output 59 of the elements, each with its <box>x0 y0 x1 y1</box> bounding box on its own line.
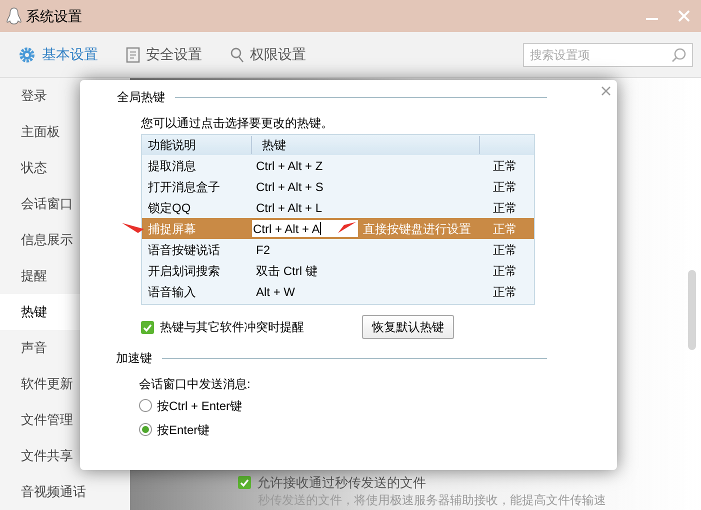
table-row[interactable]: 打开消息盒子 Ctrl + Alt + S 正常 <box>142 176 534 197</box>
table-cell-text: 正常 <box>492 284 517 300</box>
table-cell-text: Ctrl + Alt + L <box>255 200 324 216</box>
radio-button[interactable] <box>139 423 152 436</box>
table-cell-text: 正常 <box>492 220 517 238</box>
table-cell-text: 语音按键说话 <box>147 242 221 258</box>
table-cell-text: 语音输入 <box>147 284 197 300</box>
radio-button[interactable] <box>139 399 152 412</box>
checkbox-label: 允许接收通过秒传发送的文件 <box>257 474 426 492</box>
search-field[interactable]: 搜索设置项 <box>523 42 693 66</box>
table-cell-text: 开启划词搜索 <box>147 262 221 280</box>
table-cell-text: 正常 <box>492 200 517 216</box>
reset-button[interactable]: 恢复默认热键 <box>362 315 454 339</box>
table-cell-text: 正常 <box>492 178 517 196</box>
search-icon <box>230 46 244 62</box>
section-title: 全局热键 <box>117 89 165 106</box>
prompt-text: 会话窗口中发送消息: <box>139 376 252 393</box>
gear-icon <box>18 46 36 64</box>
settings-tab[interactable]: 安全设置 <box>126 44 202 65</box>
table-cell-text: Ctrl + Alt + Z <box>255 158 324 174</box>
table-cell-text: 锁定QQ <box>147 200 192 216</box>
arrow-icon <box>338 222 356 234</box>
table-cell-text: 正常 <box>492 158 517 174</box>
search-icon[interactable] <box>671 46 687 62</box>
sidebar-item[interactable]: 音视频通话 <box>0 474 130 510</box>
table-row[interactable]: 提取消息 Ctrl + Alt + Z 正常 <box>142 155 534 176</box>
table-row[interactable]: 语音输入 Alt + W 正常 <box>142 281 534 302</box>
close-icon[interactable] <box>601 86 611 96</box>
table-row[interactable]: 开启划词搜索 双击 Ctrl 键 正常 <box>142 260 534 281</box>
window-title: 系统设置 <box>26 6 82 26</box>
table-row[interactable]: 捕捉屏幕 Ctrl + Alt + A 直接按键盘进行设置 正常 <box>142 218 534 239</box>
hotkey-input-field[interactable]: Ctrl + Alt + A <box>252 220 358 237</box>
table-cell-text: 提取消息 <box>147 158 197 174</box>
column-header[interactable]: 功能说明 <box>142 136 252 154</box>
table-cell-text: 正常 <box>492 262 517 280</box>
table-cell-text: Ctrl + Alt + S <box>255 178 324 196</box>
table-cell-text: 打开消息盒子 <box>147 178 221 196</box>
radio-label: 按Ctrl + Enter键 <box>157 398 242 414</box>
checkbox[interactable] <box>238 476 251 490</box>
document-icon <box>126 46 140 62</box>
table-cell-text: 捕捉屏幕 <box>147 220 197 238</box>
table-cell-text: F2 <box>255 242 272 258</box>
table-row[interactable]: 语音按键说话 F2 正常 <box>142 239 534 260</box>
table-row[interactable]: 锁定QQ Ctrl + Alt + L 正常 <box>142 197 534 218</box>
checkbox-label: 热键与其它软件冲突时提醒 <box>160 319 305 336</box>
table-cell-text: Alt + W <box>255 284 296 300</box>
arrow-icon <box>122 221 144 233</box>
section-title: 加速键 <box>116 350 152 367</box>
scrollbar-thumb[interactable] <box>688 270 696 350</box>
editing-hint: 直接按键盘进行设置 <box>363 220 471 238</box>
radio-label: 按Enter键 <box>157 422 210 438</box>
table-cell-text: 正常 <box>492 242 517 258</box>
checkbox[interactable] <box>141 320 154 334</box>
table-cell-text: 双击 Ctrl 键 <box>255 262 318 280</box>
penguin-icon <box>6 7 22 25</box>
hint-text: 您可以通过点击选择要更改的热键。 <box>141 115 334 132</box>
settings-tab[interactable]: 权限设置 <box>230 44 306 65</box>
settings-tab[interactable]: 基本设置 <box>18 44 98 65</box>
column-header[interactable]: 热键 <box>252 136 480 154</box>
